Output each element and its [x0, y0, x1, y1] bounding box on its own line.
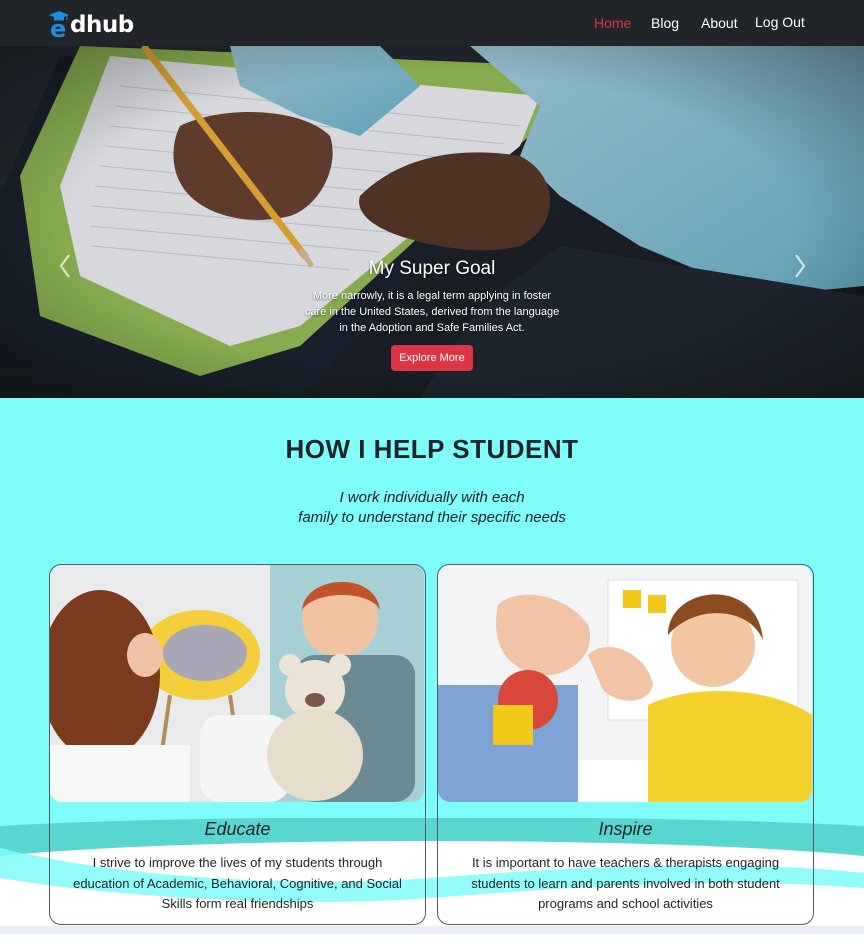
- how-i-help-section: HOW I HELP STUDENT I work individually w…: [0, 398, 864, 946]
- educate-card-text: I strive to improve the lives of my stud…: [73, 855, 402, 911]
- hero-caption: My Super Goal More narrowly, it is a leg…: [282, 256, 582, 336]
- educate-card-title: Educate: [204, 819, 271, 839]
- nav-logout-link[interactable]: Log Out: [755, 14, 805, 30]
- section-subtitle: I work individually with each family to …: [0, 488, 864, 528]
- inspire-card-image: [438, 565, 812, 802]
- nav-about-link[interactable]: About: [701, 15, 738, 31]
- inspire-card-title: Inspire: [598, 819, 653, 839]
- brand-name: dhub: [70, 12, 134, 38]
- chevron-right-icon: [795, 254, 806, 278]
- educate-card: Educate I strive to improve the lives of…: [49, 564, 426, 925]
- graduation-cap-logo-icon: e: [49, 11, 69, 43]
- chevron-left-icon: [59, 254, 70, 278]
- section-subtitle-line1: I work individually with each: [339, 489, 525, 506]
- carousel-next-button[interactable]: [790, 251, 810, 281]
- section-subtitle-line2: family to understand their specific need…: [298, 509, 566, 526]
- nav-blog-link[interactable]: Blog: [651, 15, 679, 31]
- hero-title: My Super Goal: [368, 258, 496, 279]
- inspire-card: Inspire It is important to have teachers…: [437, 564, 814, 925]
- carousel-prev-button[interactable]: [55, 251, 75, 281]
- nav-home-link[interactable]: Home: [594, 15, 631, 31]
- section-title: HOW I HELP STUDENT: [285, 434, 579, 464]
- hero-text: More narrowly, it is a legal term applyi…: [304, 290, 560, 334]
- navbar: e dhub Home Blog About Log Out: [0, 0, 864, 46]
- brand-prefix: e: [50, 15, 67, 43]
- explore-more-button[interactable]: Explore More: [391, 345, 473, 371]
- inspire-card-text: It is important to have teachers & thera…: [471, 855, 780, 911]
- brand-logo[interactable]: e dhub: [49, 9, 134, 43]
- educate-card-image: [50, 565, 424, 802]
